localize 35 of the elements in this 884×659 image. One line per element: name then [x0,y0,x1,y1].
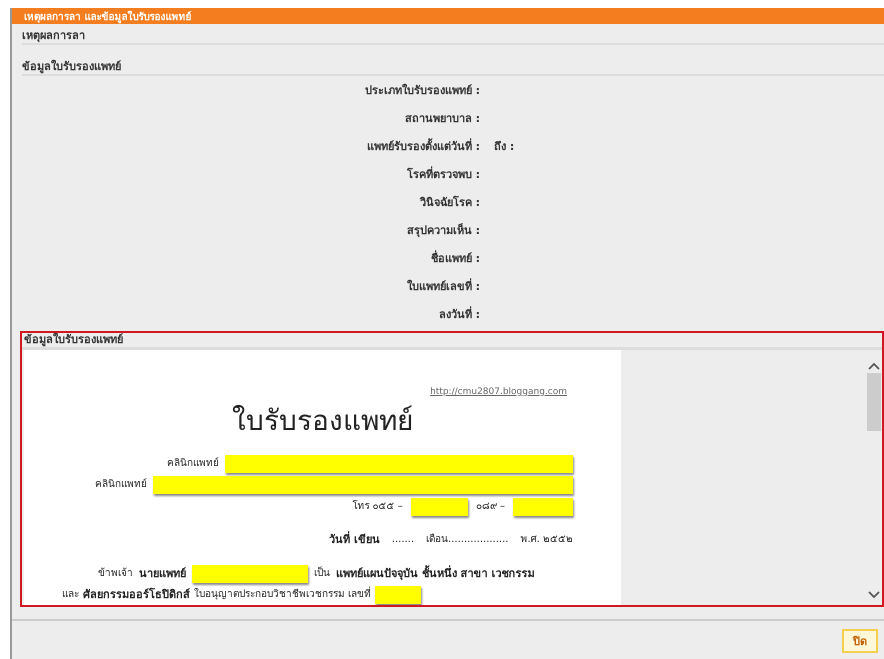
section-heading: เหตุผลการลา [22,27,884,45]
document-text: เดือน................... [426,534,508,546]
document-text: เป็น [314,568,330,580]
scroll-up-icon[interactable] [868,362,880,370]
document-text: พ.ศ. ๒๕๕๒ [520,534,573,546]
section-heading: ข้อมูลใบรับรองแพทย์ [22,58,884,76]
redaction-mark [410,498,468,516]
field-label: โรคที่ตรวจพบ : [406,165,480,183]
field-label: สรุปความเห็น : [406,222,480,239]
document-text: ข้าพเจ้า [98,568,133,580]
field-label: ใบแพทย์เลขที่ : [406,277,480,295]
document-text: และ [62,589,79,601]
document-text: ใบอนุญาตประกอบวิชาชีพเวชกรรม เลขที่ [194,589,372,601]
field-label: สถานพยาบาล : [404,111,480,127]
document-text: ....... [392,534,414,546]
scroll-down-icon[interactable] [868,591,880,599]
document-text: คลินิกแพทย์ [95,479,147,491]
document-title: ใบรับรองแพทย์ [231,403,414,439]
dialog-title: เหตุผลการลา และข้อมูลใบรับรองแพทย์ [24,10,192,24]
close-button[interactable]: ปิด [842,629,878,653]
field-label: ถึง : [494,139,514,155]
document-text: ศัลยกรรมออร์โธปิดิกส์ [83,589,190,601]
field-label: ชื่อแพทย์ : [430,249,480,267]
field-label: ลงวันที่ : [438,305,480,323]
field-label: ประเภทใบรับรองแพทย์ : [364,82,480,99]
field-label: แพทย์รับรองตั้งแต่วันที่ : [366,137,480,155]
scrollbar-thumb[interactable] [867,373,881,431]
field-label: วินิจฉัยโรค : [418,194,480,211]
document-text: โทร ๐๕๕ – [352,500,403,512]
url-link[interactable]: http://cmu2807.bloggang.com [430,386,567,398]
document-text: นายแพทย์ [139,568,186,580]
redaction-mark [375,586,422,604]
redaction-mark [513,498,573,516]
document-text: คลินิกแพทย์ [167,458,219,470]
document-text: ๐๘๙ – [476,500,505,512]
